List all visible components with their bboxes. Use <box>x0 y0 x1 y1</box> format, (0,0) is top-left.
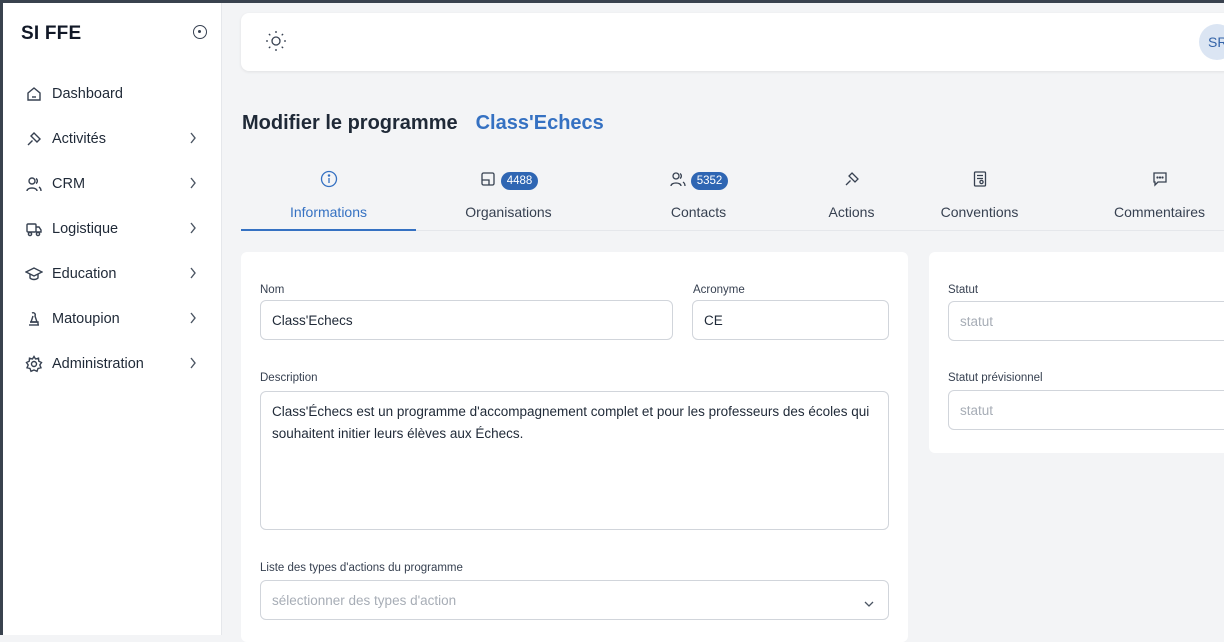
types-actions-placeholder: sélectionner des types d'action <box>272 592 457 608</box>
page-title-text: Modifier le programme <box>242 112 458 134</box>
document-icon <box>971 170 989 193</box>
sidebar-item-administration[interactable]: Administration <box>3 341 221 386</box>
tab-label: Informations <box>289 204 368 220</box>
sidebar-item-label: Dashboard <box>52 85 123 102</box>
types-actions-label: Liste des types d'actions du programme <box>260 562 463 574</box>
tab-label: Contacts <box>670 204 727 220</box>
tab-organisations[interactable]: 4488 Organisations <box>421 168 596 230</box>
sidebar-item-label: Administration <box>52 355 144 372</box>
tab-conventions[interactable]: Conventions <box>892 168 1067 230</box>
tab-label: Organisations <box>465 204 552 220</box>
program-name: Class'Echecs <box>475 112 604 134</box>
sidebar-item-label: Education <box>52 265 117 282</box>
sidebar-item-dashboard[interactable]: Dashboard <box>3 71 221 116</box>
chess-piece-icon <box>25 310 43 328</box>
building-icon <box>479 170 497 193</box>
chevron-right-icon <box>189 177 197 193</box>
users-icon <box>25 175 43 193</box>
nom-input[interactable]: Class'Echecs <box>260 300 673 340</box>
sidebar-item-label: Matoupion <box>52 310 120 327</box>
chevron-down-icon <box>864 596 874 611</box>
chevron-right-icon <box>189 222 197 238</box>
top-header: SR <box>241 13 1224 71</box>
contacts-count-badge: 5352 <box>690 172 729 190</box>
sun-icon[interactable] <box>264 29 288 58</box>
organisations-count-badge: 4488 <box>500 172 539 190</box>
sidebar-item-label: Logistique <box>52 220 119 237</box>
sidebar-item-crm[interactable]: CRM <box>3 161 221 206</box>
program-form-card: Nom Class'Echecs Acronyme CE Description… <box>241 252 908 642</box>
statut-select[interactable]: statut <box>948 301 1224 341</box>
description-label: Description <box>260 372 318 384</box>
app-title: SI FFE <box>21 23 82 44</box>
sidebar-item-activites[interactable]: Activités <box>3 116 221 161</box>
sidebar-collapse-toggle-icon[interactable] <box>193 25 207 39</box>
users-icon <box>669 170 687 193</box>
tab-informations[interactable]: Informations <box>241 168 416 231</box>
statut-previsionnel-label: Statut prévisionnel <box>948 372 1043 384</box>
comment-icon <box>1151 170 1169 193</box>
info-icon <box>320 170 338 193</box>
chevron-right-icon <box>189 132 197 148</box>
tab-label: Commentaires <box>1113 204 1206 220</box>
sidebar-item-matoupion[interactable]: Matoupion <box>3 296 221 341</box>
truck-icon <box>25 220 43 238</box>
sidebar-item-label: Activités <box>52 130 106 147</box>
chevron-right-icon <box>189 312 197 328</box>
sidebar-item-label: CRM <box>52 175 86 192</box>
chevron-right-icon <box>189 357 197 373</box>
tab-label: Conventions <box>940 204 1019 220</box>
acronyme-input[interactable]: CE <box>692 300 889 340</box>
description-textarea[interactable]: Class'Échecs est un programme d'accompag… <box>260 391 889 530</box>
sidebar-item-education[interactable]: Education <box>3 251 221 296</box>
statut-previsionnel-select[interactable]: statut <box>948 390 1224 430</box>
types-actions-select[interactable]: sélectionner des types d'action <box>260 580 889 620</box>
statut-label: Statut <box>948 284 979 296</box>
tab-commentaires[interactable]: Commentaires <box>1072 168 1224 230</box>
user-avatar[interactable]: SR <box>1199 24 1224 60</box>
chevron-right-icon <box>189 267 197 283</box>
home-icon <box>25 85 43 103</box>
gavel-icon <box>25 130 43 148</box>
graduation-cap-icon <box>24 265 44 283</box>
acronyme-label: Acronyme <box>693 284 745 296</box>
sidebar: SI FFE Dashboard Activités CRM Logistiqu… <box>3 3 222 635</box>
sidebar-nav: Dashboard Activités CRM Logistique Educa… <box>3 71 221 386</box>
sidebar-item-logistique[interactable]: Logistique <box>3 206 221 251</box>
status-card: Statut statut Statut prévisionnel statut <box>929 252 1224 453</box>
gavel-icon <box>843 170 861 193</box>
nom-label: Nom <box>260 284 285 296</box>
gear-icon <box>25 354 43 373</box>
tab-contacts[interactable]: 5352 Contacts <box>611 168 786 230</box>
page-title: Modifier le programme Class'Echecs <box>242 112 604 135</box>
tab-bar: Informations 4488 Organisations 5352 Con… <box>241 168 1224 231</box>
